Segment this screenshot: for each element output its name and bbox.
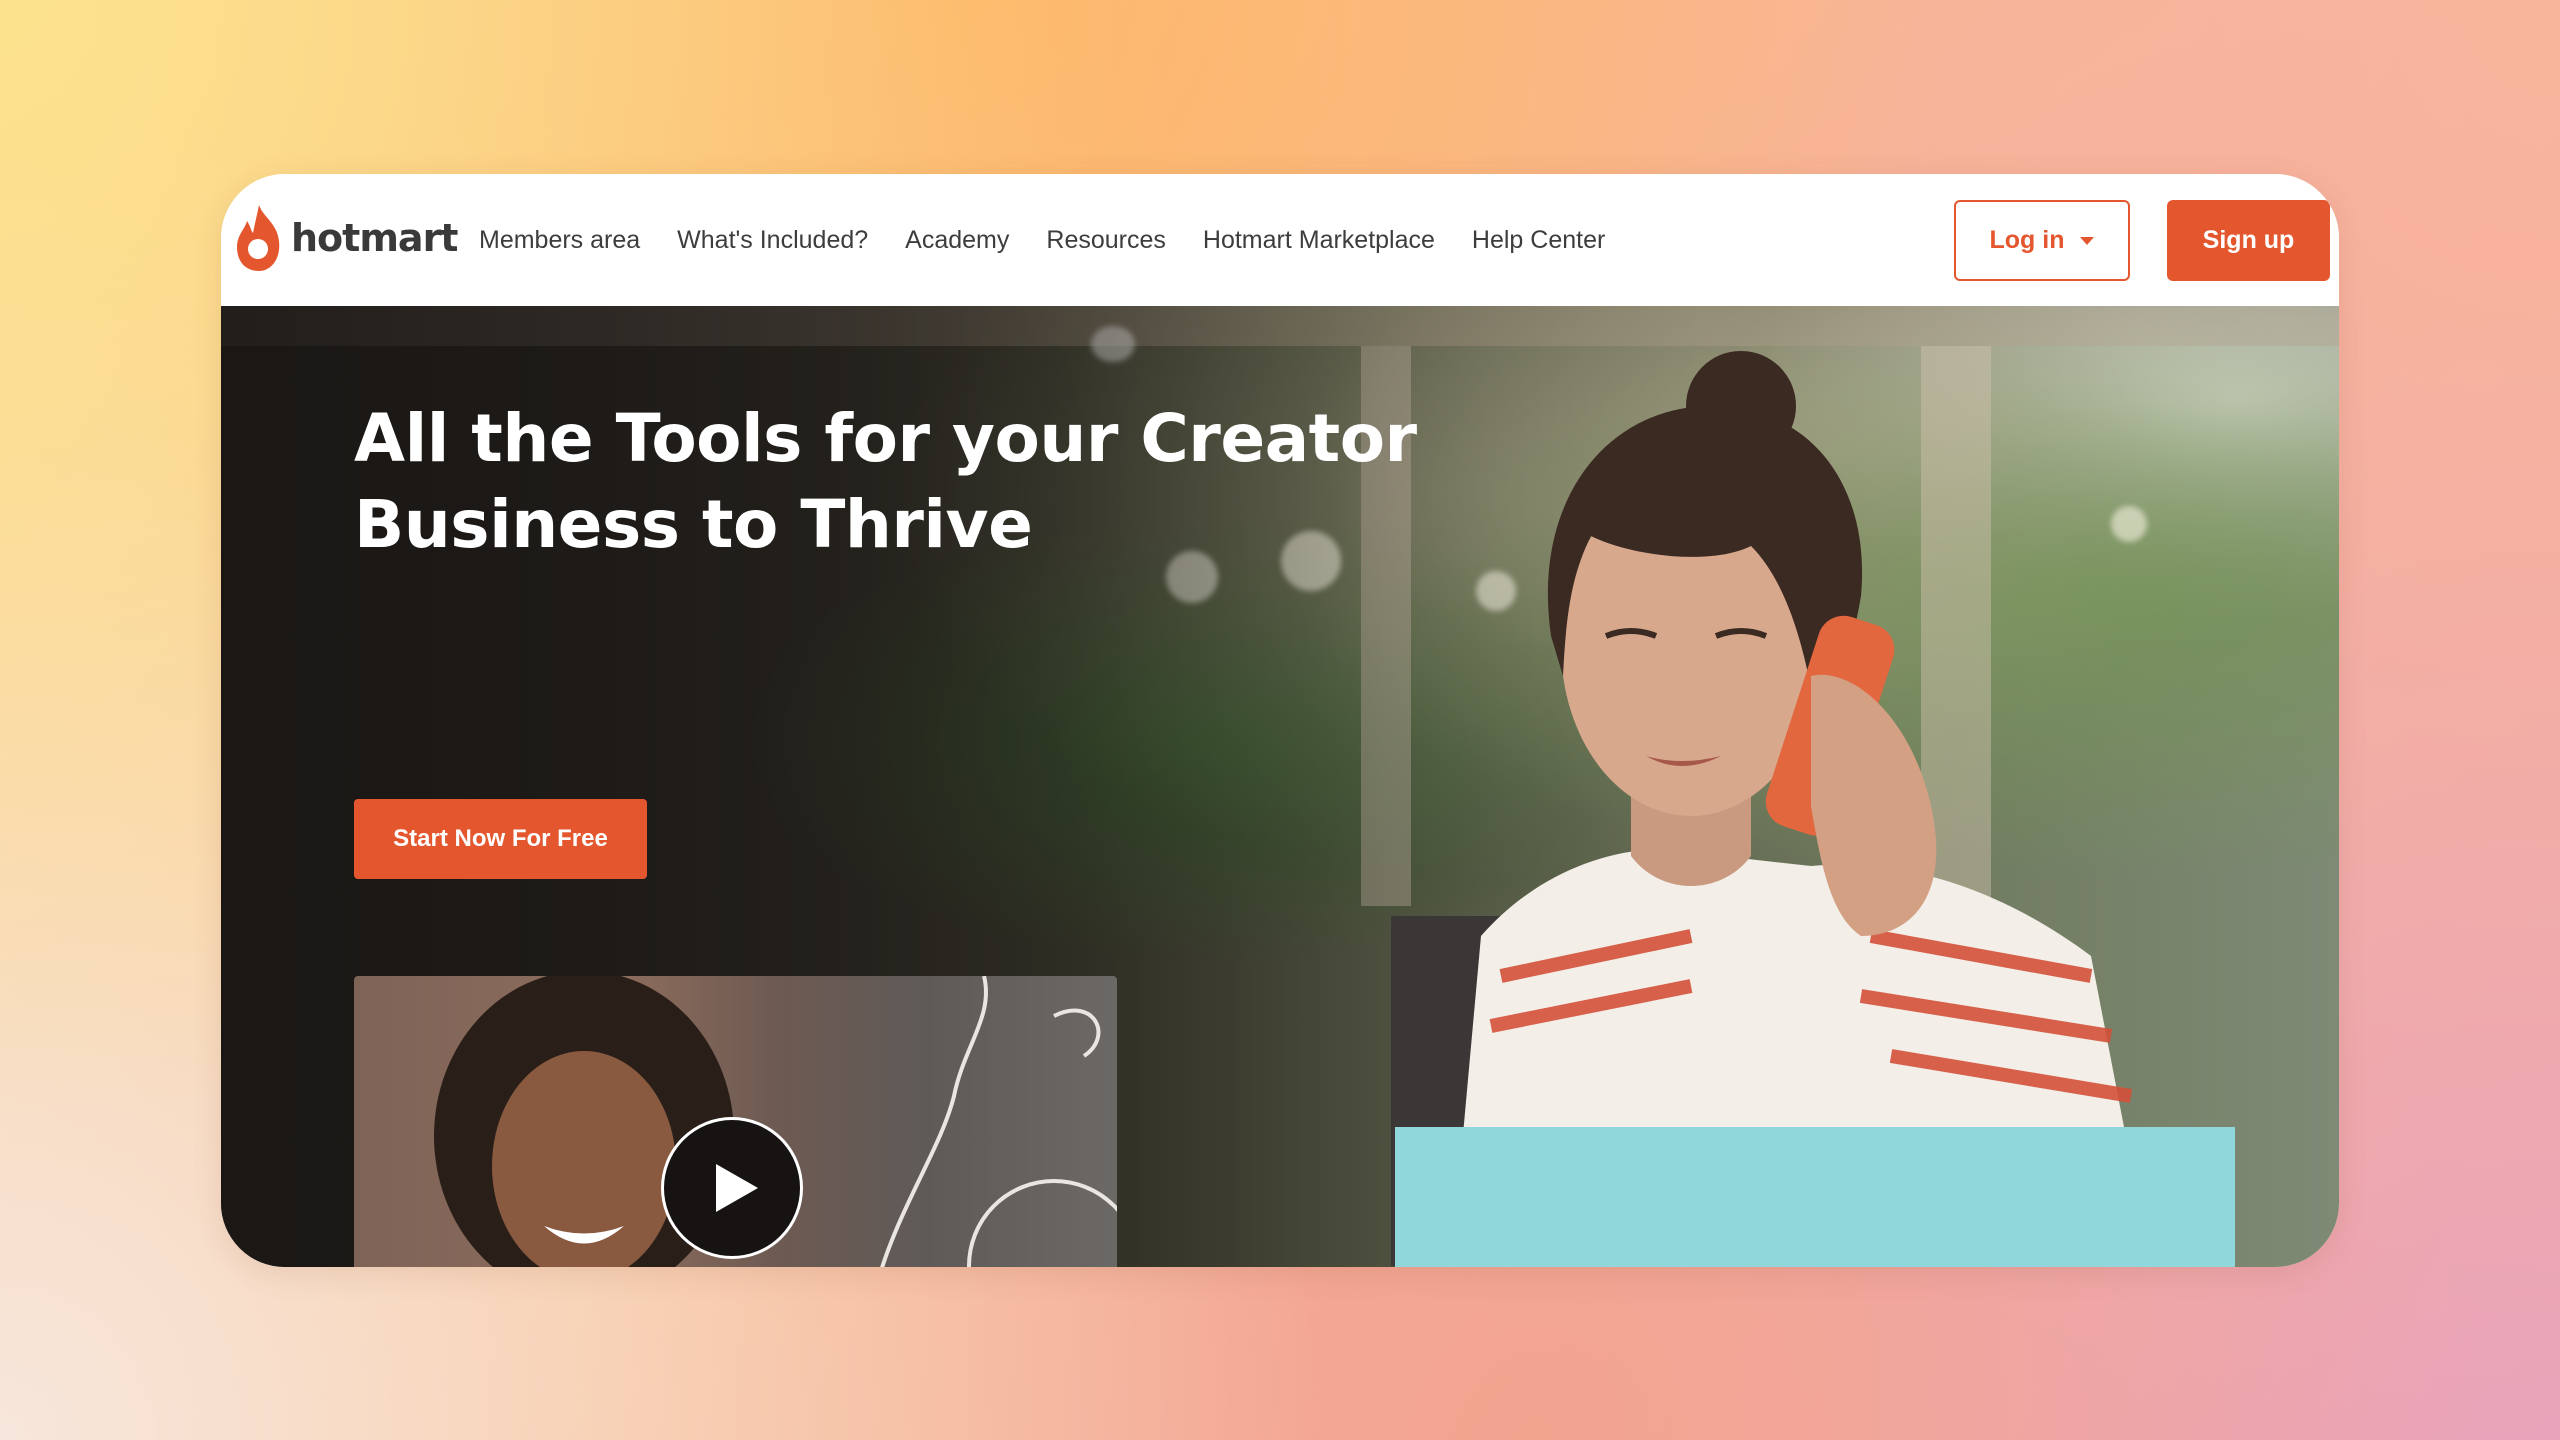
flame-icon xyxy=(237,205,280,271)
top-navbar: hotmart Members area What's Included? Ac… xyxy=(221,174,2339,306)
play-icon xyxy=(716,1164,758,1212)
signup-button[interactable]: Sign up xyxy=(2167,200,2330,281)
hero-headline: All the Tools for your Creator Business … xyxy=(354,396,1417,568)
main-menu: Members area What's Included? Academy Re… xyxy=(479,174,1642,306)
hotmart-logo[interactable]: hotmart xyxy=(233,198,458,278)
nav-members-area[interactable]: Members area xyxy=(479,226,640,255)
decorative-swirl xyxy=(880,976,1117,1267)
headline-line-2: Business to Thrive xyxy=(354,486,1033,563)
nav-hotmart-marketplace[interactable]: Hotmart Marketplace xyxy=(1203,226,1435,255)
signup-label: Sign up xyxy=(2202,226,2295,254)
play-button[interactable] xyxy=(661,1117,803,1259)
start-now-label: Start Now For Free xyxy=(393,825,608,852)
caret-down-icon xyxy=(2080,236,2095,245)
brand-name: hotmart xyxy=(291,216,458,260)
nav-whats-included[interactable]: What's Included? xyxy=(677,226,868,255)
nav-help-center[interactable]: Help Center xyxy=(1472,226,1605,255)
hero-section: All the Tools for your Creator Business … xyxy=(221,306,2339,1267)
landing-card: hotmart Members area What's Included? Ac… xyxy=(221,174,2339,1267)
video-thumbnail[interactable] xyxy=(354,976,1117,1267)
nav-resources[interactable]: Resources xyxy=(1046,226,1166,255)
headline-line-1: All the Tools for your Creator xyxy=(354,400,1417,477)
nav-academy[interactable]: Academy xyxy=(905,226,1009,255)
teal-accent-block xyxy=(1395,1127,2235,1267)
login-label: Log in xyxy=(1989,226,2065,254)
login-button[interactable]: Log in xyxy=(1954,200,2130,281)
start-now-button[interactable]: Start Now For Free xyxy=(354,799,647,879)
